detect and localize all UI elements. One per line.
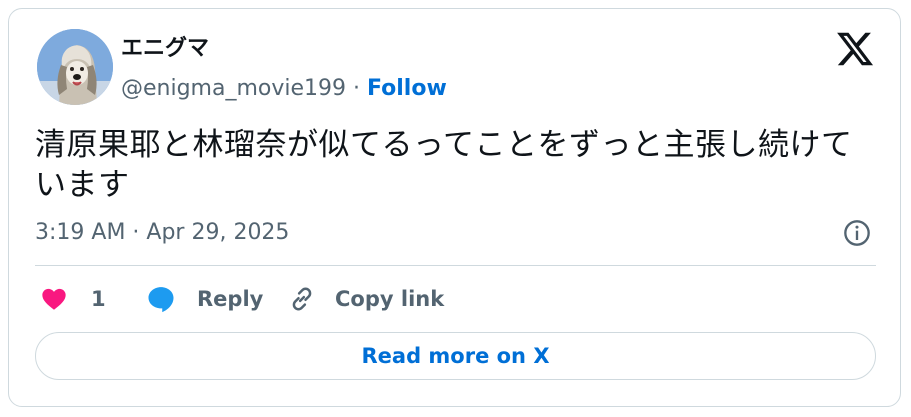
avatar[interactable] <box>37 29 113 105</box>
divider <box>35 265 876 266</box>
author-handle-row: @enigma_movie199 · Follow <box>121 75 447 103</box>
read-more-button[interactable]: Read more on X <box>35 332 876 380</box>
author-handle[interactable]: @enigma_movie199 <box>121 76 346 101</box>
copy-link-label: Copy link <box>335 287 445 311</box>
x-logo-icon[interactable] <box>835 29 875 69</box>
dog-avatar-image <box>37 29 113 105</box>
info-icon[interactable] <box>843 219 871 247</box>
tweet-embed-card: エニグマ @enigma_movie199 · Follow 清原果耶と林瑠奈が… <box>8 8 901 407</box>
tweet-text: 清原果耶と林瑠奈が似てるってことをずっと主張し続けています <box>35 127 853 203</box>
heart-icon <box>42 288 66 310</box>
handle-separator: · <box>346 76 368 101</box>
like-count: 1 <box>91 287 106 311</box>
follow-link[interactable]: Follow <box>367 76 447 101</box>
author-display-name[interactable]: エニグマ <box>121 35 209 63</box>
tweet-timestamp[interactable]: 3:19 AM · Apr 29, 2025 <box>35 219 289 247</box>
reply-button[interactable]: Reply <box>145 283 263 315</box>
reply-label: Reply <box>197 287 264 311</box>
link-icon <box>292 287 312 311</box>
like-button[interactable]: 1 <box>39 283 106 315</box>
copy-link-button[interactable]: Copy link <box>287 283 444 315</box>
speech-bubble-icon <box>148 287 174 313</box>
